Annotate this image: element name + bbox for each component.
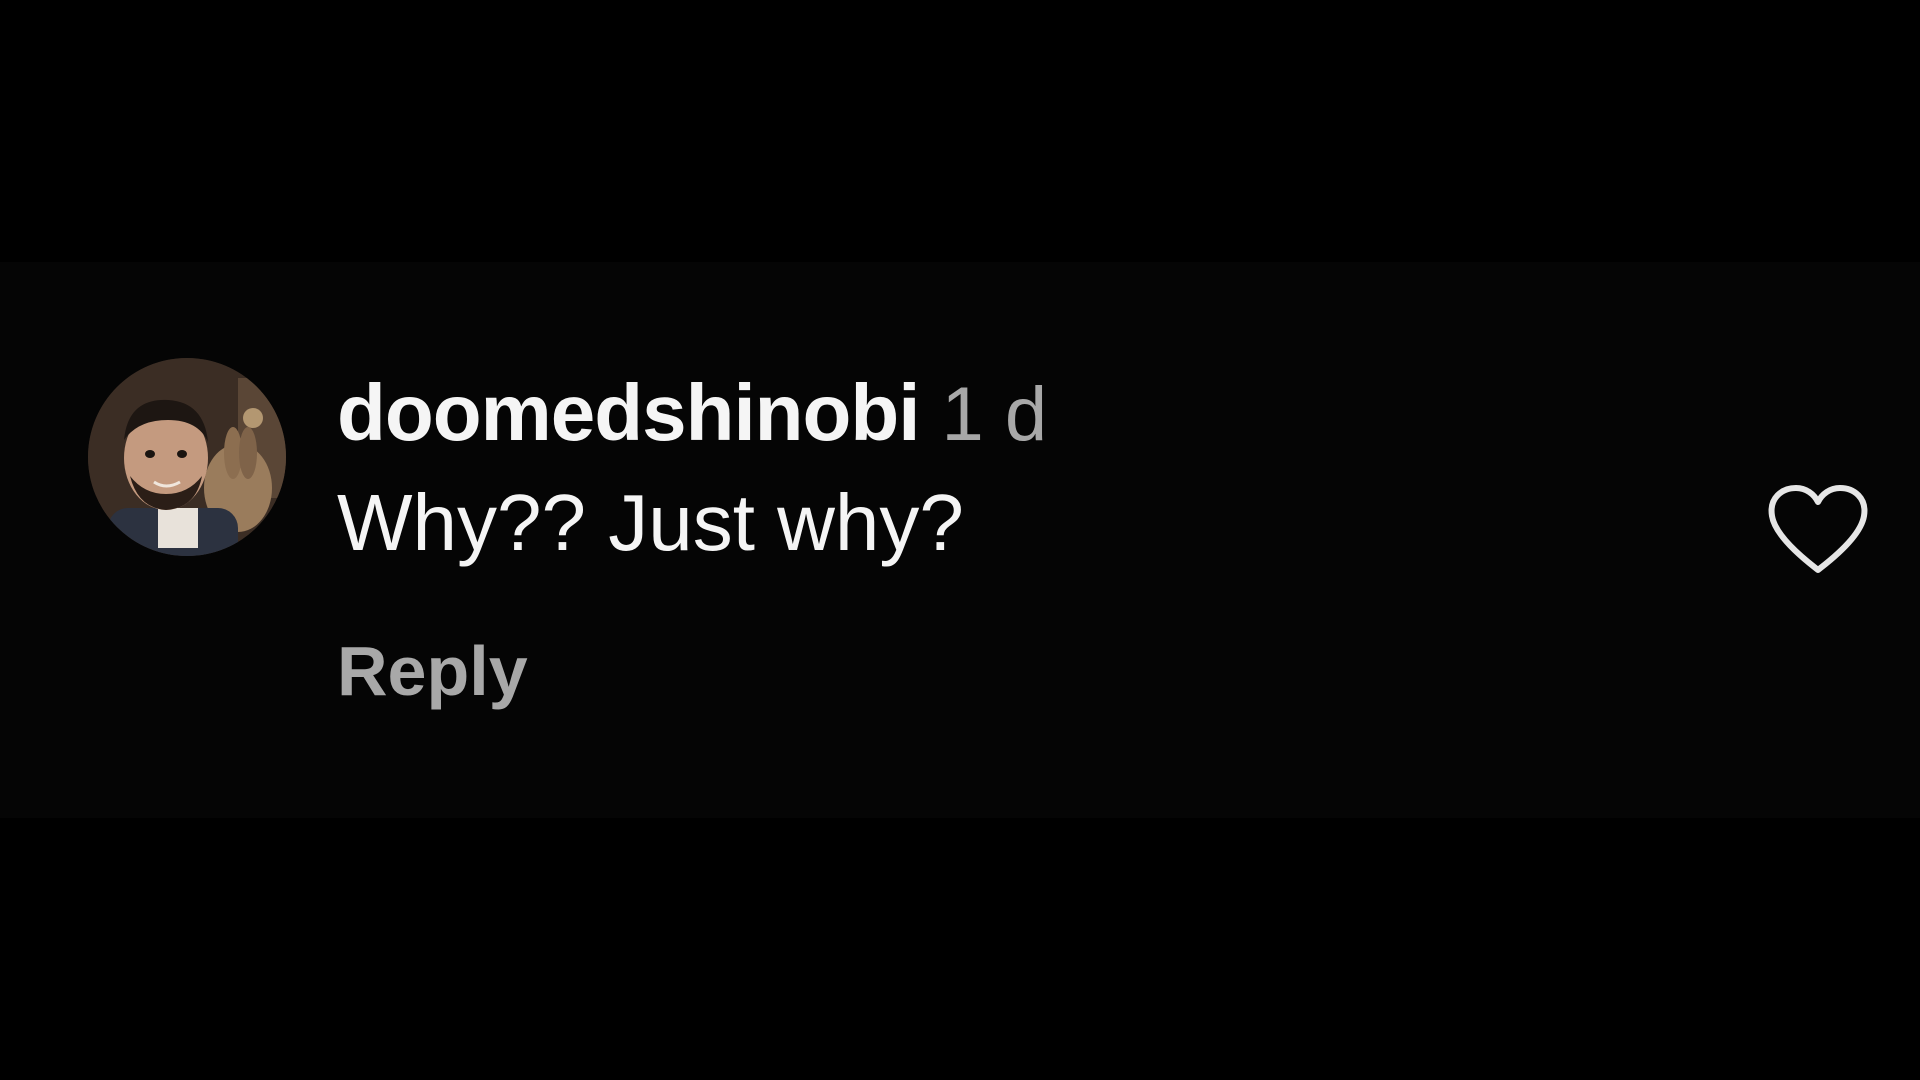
comment-header: doomedshinobi 1 d	[337, 358, 1737, 468]
comment-timestamp: 1 d	[941, 372, 1048, 457]
reply-button[interactable]: Reply	[337, 626, 528, 716]
top-background	[0, 0, 1920, 262]
bottom-background	[0, 818, 1920, 1080]
like-button[interactable]	[1766, 482, 1870, 578]
heart-outline-icon	[1768, 485, 1868, 573]
username-link[interactable]: doomedshinobi	[337, 368, 921, 457]
avatar-photo	[88, 358, 286, 556]
comment-text: Why?? Just why?	[337, 478, 964, 567]
user-avatar[interactable]	[88, 358, 286, 556]
comment-body: doomedshinobi 1 d Why?? Just why? Reply	[337, 358, 1737, 716]
